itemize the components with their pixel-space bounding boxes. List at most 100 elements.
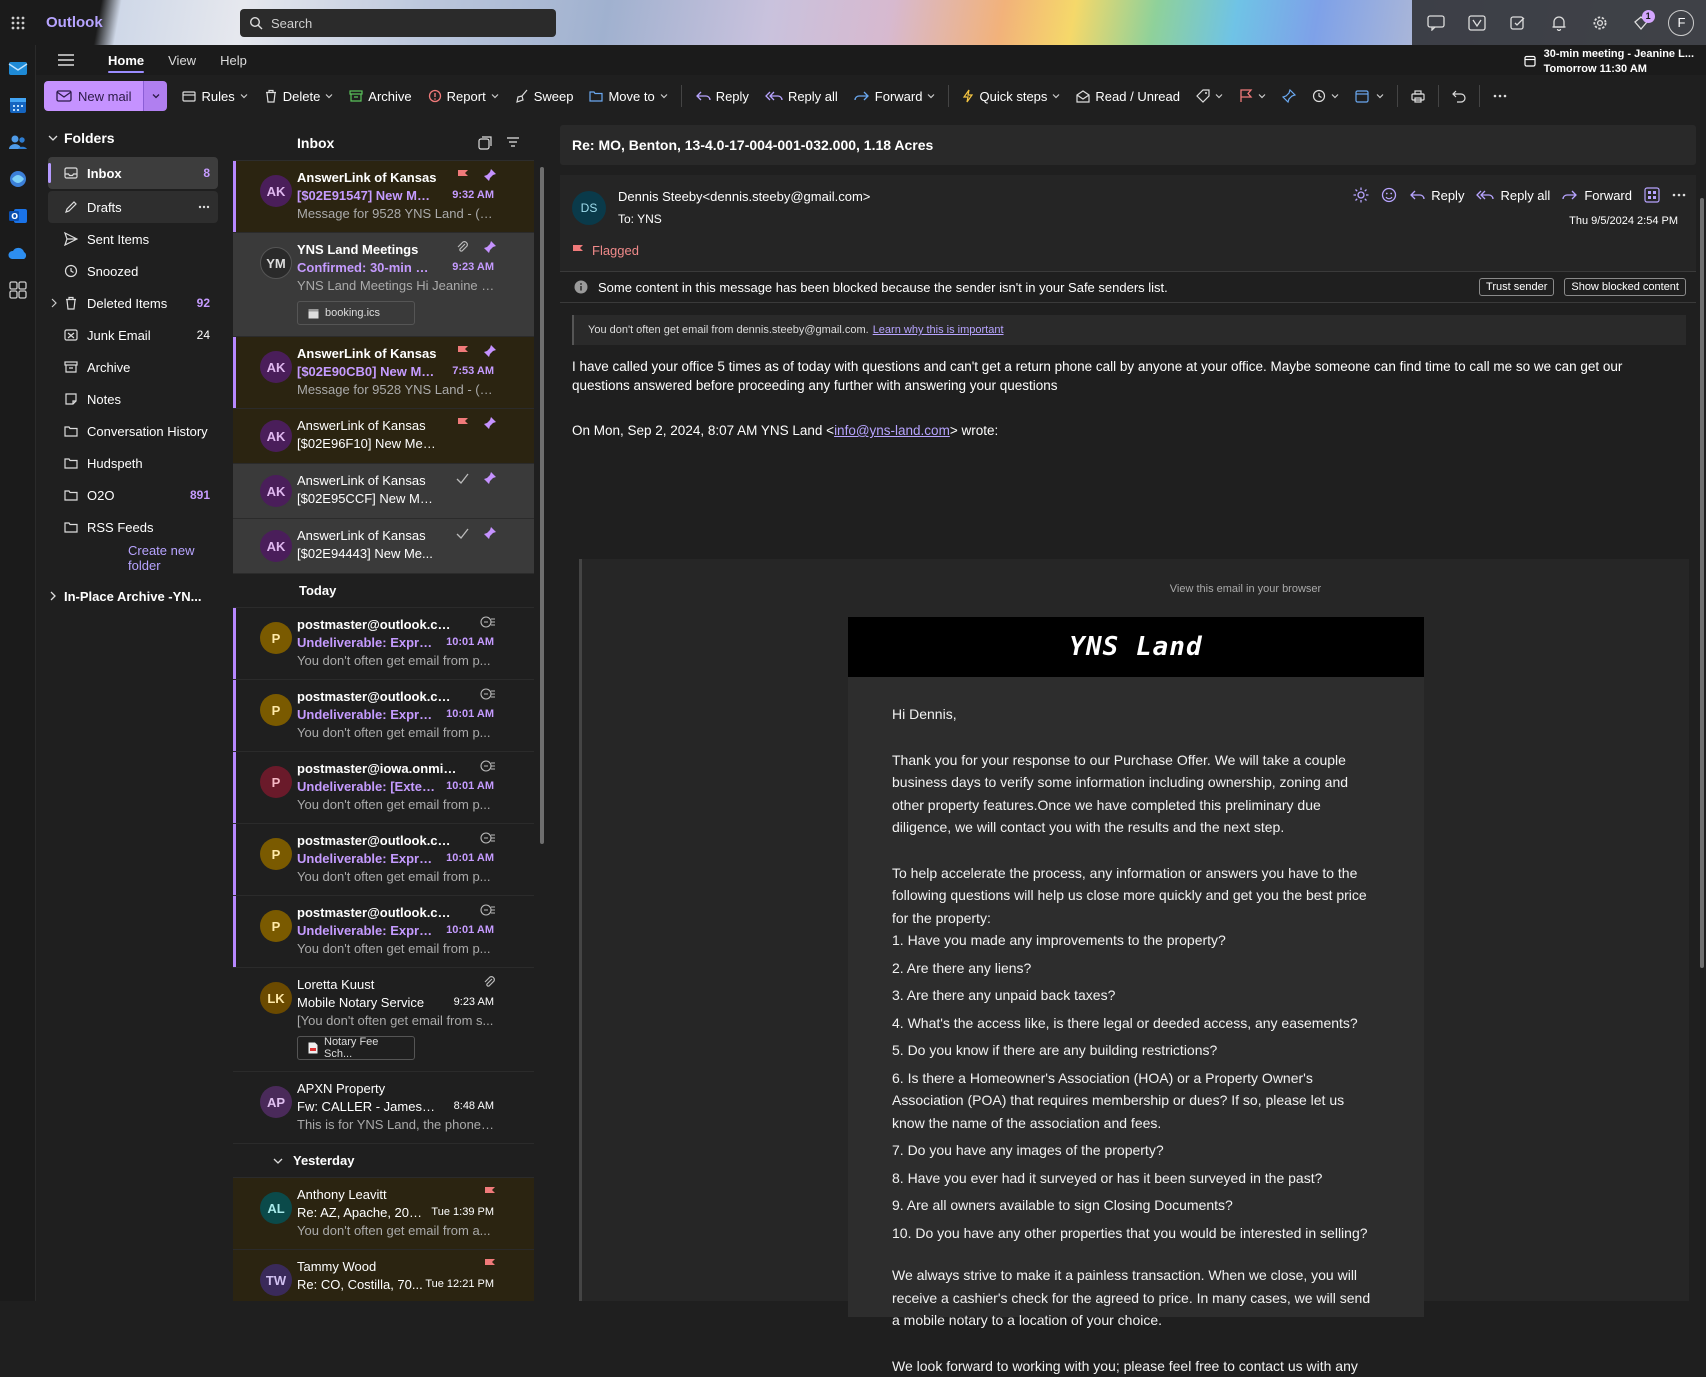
trust-sender-button[interactable]: Trust sender [1479,278,1554,296]
folder-hudspeth[interactable]: Hudspeth [48,447,218,479]
folder-more-icon[interactable] [198,205,210,209]
folder-conversation-history[interactable]: Conversation History [48,415,218,447]
create-new-folder-link[interactable]: Create new folder [128,543,220,573]
print-button[interactable] [1404,81,1432,111]
calendar-app-icon[interactable] [5,92,31,118]
list-item[interactable]: P postmaster@iowa.onmicr... Undeliverabl… [233,752,534,824]
mail-app-icon[interactable] [5,55,31,81]
pin-icon[interactable] [483,169,496,182]
move-to-button[interactable]: Move to [582,81,674,111]
more-apps-icon[interactable] [5,277,31,303]
tab-view[interactable]: View [156,45,208,75]
reply-button[interactable]: Reply [1409,188,1464,203]
bell-icon[interactable] [1545,9,1573,37]
list-item[interactable]: YM YNS Land Meetings Confirmed: 30-min m… [233,233,534,337]
app-title[interactable]: Outlook [46,14,103,31]
reply-all-button[interactable]: Reply all [758,81,845,111]
quick-steps-button[interactable]: Quick steps [955,81,1067,111]
people-app-icon[interactable] [5,129,31,155]
outlook-app-icon[interactable]: O [5,203,31,229]
folder-junk-email[interactable]: Junk Email 24 [48,319,218,351]
apps-grid-icon[interactable] [1644,187,1660,203]
list-item[interactable]: AK AnswerLink of Kansas [$02E95CCF] New … [233,464,534,519]
list-item[interactable]: AP APXN Property Fw: CALLER - James Ad..… [233,1072,534,1144]
sender-address[interactable]: Dennis Steeby<dennis.steeby@gmail.com> [618,189,870,204]
folder-deleted-items[interactable]: Deleted Items 92 [48,287,218,319]
chevron-right-icon[interactable] [50,298,58,308]
folders-header[interactable]: Folders [40,125,220,151]
premium-icon[interactable]: 1 [1627,9,1655,37]
my-day-icon[interactable] [1504,9,1532,37]
list-item[interactable]: P postmaster@outlook.com Undeliverable: … [233,608,534,680]
onedrive-app-icon[interactable] [5,240,31,266]
new-mail-button[interactable]: New mail [44,81,143,111]
read-unread-button[interactable]: Read / Unread [1069,81,1187,111]
archive-button[interactable]: Archive [342,81,418,111]
teams-chat-icon[interactable] [1422,9,1450,37]
checkmark-icon[interactable] [456,473,469,484]
list-item[interactable]: AL Anthony Leavitt Re: AZ, Apache, 205..… [233,1178,534,1250]
list-item[interactable]: P postmaster@outlook.com Undeliverable: … [233,680,534,752]
meeting-reminder[interactable]: 30-min meeting - Jeanine L...Tomorrow 11… [1524,47,1694,77]
hamburger-menu-icon[interactable] [36,54,96,66]
view-in-browser-link[interactable]: View this email in your browser [582,583,1689,595]
list-item[interactable]: AK AnswerLink of Kansas [$02E94443] New … [233,519,534,574]
sweep-button[interactable]: Sweep [508,81,581,111]
snooze-button[interactable] [1305,81,1346,111]
folder-snoozed[interactable]: Snoozed [48,255,218,287]
ellipsis-icon[interactable] [1672,193,1686,197]
list-item[interactable]: TW Tammy Wood Re: CO, Costilla, 70...Tue… [233,1250,534,1301]
list-item[interactable]: LK Loretta Kuust Mobile Notary Service9:… [233,968,534,1072]
folder-rss-feeds[interactable]: RSS Feeds [48,511,218,543]
in-place-archive-group[interactable]: In-Place Archive -YN... [40,583,220,609]
report-button[interactable]: Report [421,81,506,111]
forward-button[interactable]: Forward [1562,188,1632,203]
reply-all-button[interactable]: Reply all [1476,188,1550,203]
list-item[interactable]: AK AnswerLink of Kansas [$02E96F10] New … [233,409,534,464]
recipient[interactable]: YNS [637,212,662,226]
pin-icon[interactable] [483,241,496,254]
message-list-scrollbar[interactable] [540,167,544,844]
search-box[interactable]: Search [240,9,556,37]
filter-icon[interactable] [506,136,520,150]
folder-archive[interactable]: Archive [48,351,218,383]
flag-button[interactable] [1232,81,1273,111]
list-item[interactable]: P postmaster@outlook.com Undeliverable: … [233,896,534,968]
rules-button[interactable]: Rules [175,81,254,111]
pin-icon[interactable] [483,345,496,358]
folder-o2o[interactable]: O2O 891 [48,479,218,511]
folder-inbox[interactable]: Inbox 8 [48,157,218,189]
attachment-chip[interactable]: Notary Fee Sch... [297,1036,415,1060]
show-blocked-content-button[interactable]: Show blocked content [1564,278,1686,296]
app-launcher-icon[interactable] [0,0,36,45]
quoted-email-link[interactable]: info@yns-land.com [834,423,950,438]
flag-icon[interactable] [484,1186,496,1199]
flag-icon[interactable] [457,417,469,430]
learn-why-link[interactable]: Learn why this is important [873,324,1004,336]
pin-icon[interactable] [483,527,496,540]
tab-home[interactable]: Home [96,45,156,75]
flag-icon[interactable] [457,169,469,182]
emoji-icon[interactable] [1381,187,1397,203]
group-header-yesterday[interactable]: Yesterday [233,1144,534,1178]
reply-button[interactable]: Reply [688,81,756,111]
new-mail-dropdown[interactable] [143,81,167,111]
gear-icon[interactable] [1586,9,1614,37]
office-icon[interactable] [1463,9,1491,37]
reading-pane-scrollbar[interactable] [1700,198,1704,968]
attachment-chip[interactable]: booking.ics [297,301,415,325]
profile-button[interactable]: F [1667,9,1695,37]
checkmark-icon[interactable] [456,528,469,539]
select-icon[interactable] [478,136,492,150]
list-item[interactable]: P postmaster@outlook.com Undeliverable: … [233,824,534,896]
folder-drafts[interactable]: Drafts [48,191,218,223]
sun-icon[interactable] [1353,187,1369,203]
delete-button[interactable]: Delete [257,81,341,111]
flag-icon[interactable] [457,345,469,358]
copilot-app-icon[interactable] [5,166,31,192]
pin-button[interactable] [1275,81,1303,111]
tag-button[interactable] [1189,81,1230,111]
more-options-button[interactable] [1486,81,1514,111]
categorize-button[interactable] [1348,81,1391,111]
folder-sent-items[interactable]: Sent Items [48,223,218,255]
